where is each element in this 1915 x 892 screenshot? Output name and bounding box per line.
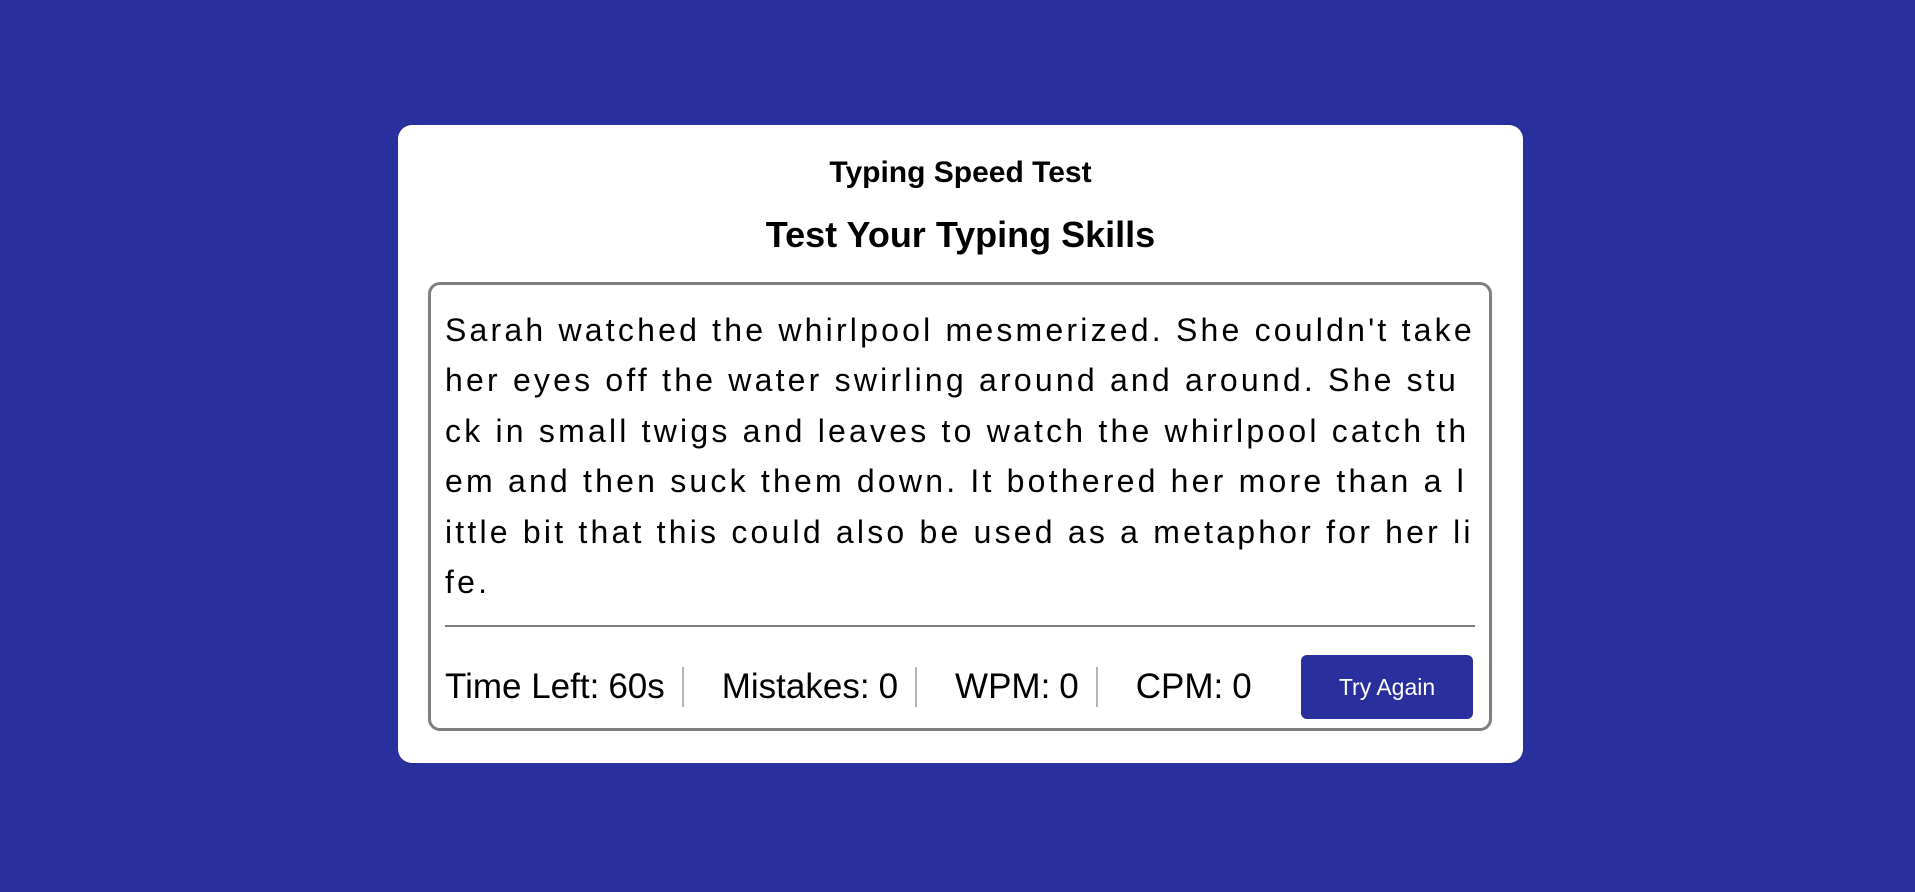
wpm-value: 0 xyxy=(1059,667,1079,706)
stat-mistakes: Mistakes: 0 xyxy=(721,667,918,707)
cpm-value: 0 xyxy=(1232,667,1252,706)
page-subtitle: Test Your Typing Skills xyxy=(765,214,1156,255)
typing-area[interactable]: Sarah watched the whirlpool mesmerized. … xyxy=(428,282,1492,731)
mistakes-label: Mistakes: xyxy=(721,667,870,706)
stats-bar: Time Left: 60s Mistakes: 0 WPM: 0 CPM: 0 xyxy=(445,655,1252,719)
typing-passage[interactable]: Sarah watched the whirlpool mesmerized. … xyxy=(445,305,1476,607)
wpm-label: WPM: xyxy=(955,667,1051,706)
time-left-value: 60s xyxy=(608,667,665,706)
stat-cpm: CPM: 0 xyxy=(1136,667,1252,707)
divider xyxy=(445,625,1475,627)
mistakes-value: 0 xyxy=(878,667,899,706)
app-title: Typing Speed Test xyxy=(829,156,1092,189)
cpm-label: CPM: xyxy=(1135,667,1224,706)
time-left-label: Time Left: xyxy=(445,667,600,706)
try-again-button[interactable]: Try Again xyxy=(1301,655,1473,719)
stat-wpm: WPM: 0 xyxy=(955,667,1098,707)
typing-test-card: Typing Speed Test Test Your Typing Skill… xyxy=(398,125,1523,763)
stat-time-left: Time Left: 60s xyxy=(445,667,684,707)
